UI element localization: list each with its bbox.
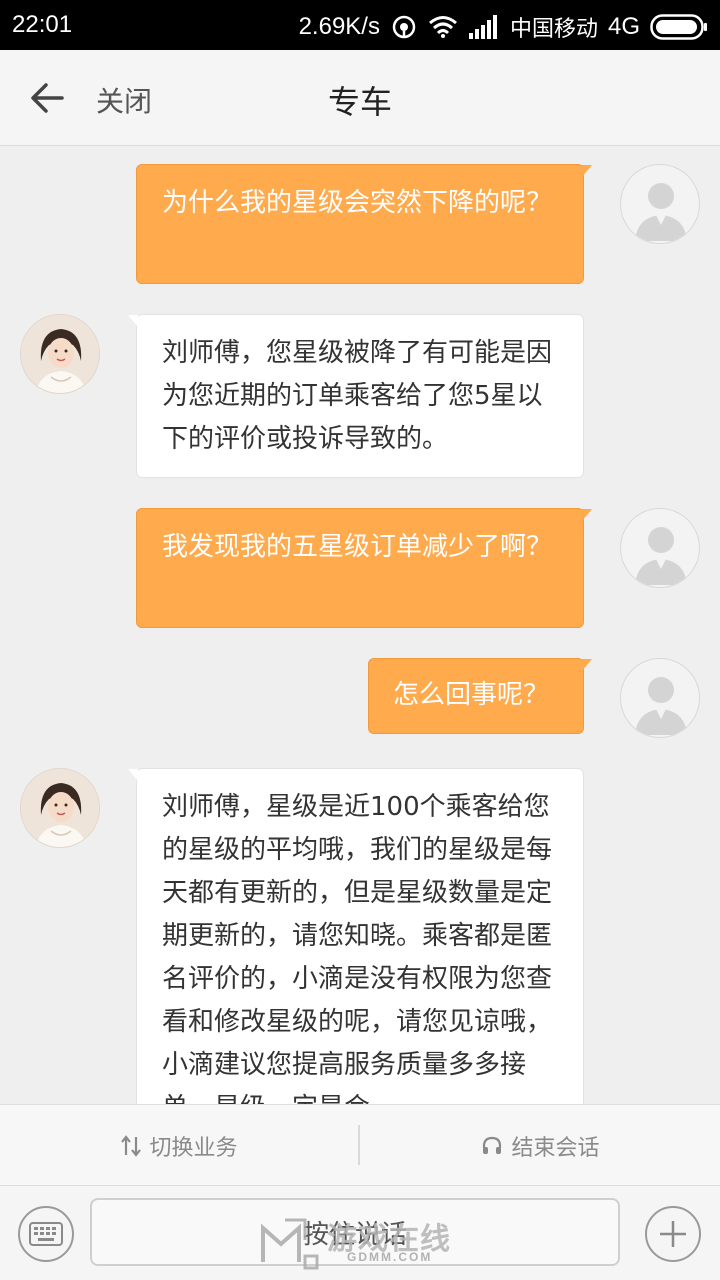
header: 关闭 专车	[0, 50, 720, 146]
chat-area[interactable]: 为什么我的星级会突然下降的呢？ 刘师傅，您星级被降了有可能是因为您近期的订单乘客…	[0, 147, 720, 1104]
status-bar: 22:01 2.69K/s 中国移动 4G	[0, 0, 720, 50]
switch-service-label: 切换业务	[149, 1136, 238, 1161]
battery-icon	[650, 14, 708, 40]
agent-photo-icon	[21, 315, 99, 393]
person-silhouette-icon	[635, 677, 687, 735]
page-title: 专车	[327, 83, 392, 121]
action-bar: 切换业务 结束会话	[0, 1104, 720, 1186]
keyboard-toggle-button[interactable]	[18, 1206, 74, 1262]
message-bubble-incoming[interactable]: 刘师傅，星级是近100个乘客给您的星级的平均哦，我们的星级是每天都有更新的，但是…	[128, 768, 584, 1104]
user-avatar[interactable]	[620, 508, 700, 588]
swap-vertical-icon	[121, 1135, 142, 1157]
message-text: 怎么回事呢？	[393, 680, 550, 710]
agent-avatar[interactable]	[20, 768, 100, 848]
user-avatar[interactable]	[620, 658, 700, 738]
action-divider	[358, 1125, 360, 1165]
signal-icon	[468, 15, 500, 39]
message-text: 我发现我的五星级订单减少了啊？	[162, 532, 553, 562]
status-time: 22:01	[12, 11, 73, 38]
status-right: 2.69K/s 中国移动 4G	[299, 11, 708, 43]
switch-service-button[interactable]: 切换业务	[0, 1105, 359, 1187]
message-text: 刘师傅，星级是近100个乘客给您的星级的平均哦，我们的星级是每天都有更新的，但是…	[162, 792, 553, 1104]
keyboard-icon	[29, 1222, 63, 1246]
more-options-button[interactable]	[645, 1206, 701, 1262]
plus-icon	[660, 1221, 686, 1247]
person-silhouette-icon	[635, 183, 687, 241]
agent-photo-icon	[21, 769, 99, 847]
person-silhouette-icon	[635, 527, 687, 585]
wifi-icon	[428, 15, 458, 39]
message-bubble-outgoing[interactable]: 为什么我的星级会突然下降的呢？	[136, 164, 592, 284]
agent-avatar[interactable]	[20, 314, 100, 394]
message-bubble-incoming[interactable]: 刘师傅，您星级被降了有可能是因为您近期的订单乘客给了您5星以下的评价或投诉导致的…	[128, 314, 584, 478]
input-bar: 按住说话	[0, 1186, 720, 1280]
end-session-button[interactable]: 结束会话	[361, 1105, 720, 1187]
network-type: 4G	[607, 13, 640, 40]
headset-icon	[483, 1136, 502, 1154]
network-speed: 2.69K/s	[298, 13, 380, 40]
sync-icon	[390, 13, 418, 41]
user-avatar[interactable]	[620, 164, 700, 244]
hold-to-talk-button[interactable]: 按住说话	[90, 1198, 620, 1266]
message-text: 为什么我的星级会突然下降的呢？	[162, 188, 553, 218]
carrier-name: 中国移动	[509, 17, 598, 42]
message-bubble-outgoing[interactable]: 我发现我的五星级订单减少了啊？	[136, 508, 592, 628]
message-text: 刘师傅，您星级被降了有可能是因为您近期的订单乘客给了您5星以下的评价或投诉导致的…	[162, 338, 553, 454]
end-session-label: 结束会话	[511, 1136, 600, 1161]
message-bubble-outgoing[interactable]: 怎么回事呢？	[368, 658, 592, 734]
hold-to-talk-label: 按住说话	[302, 1219, 407, 1250]
